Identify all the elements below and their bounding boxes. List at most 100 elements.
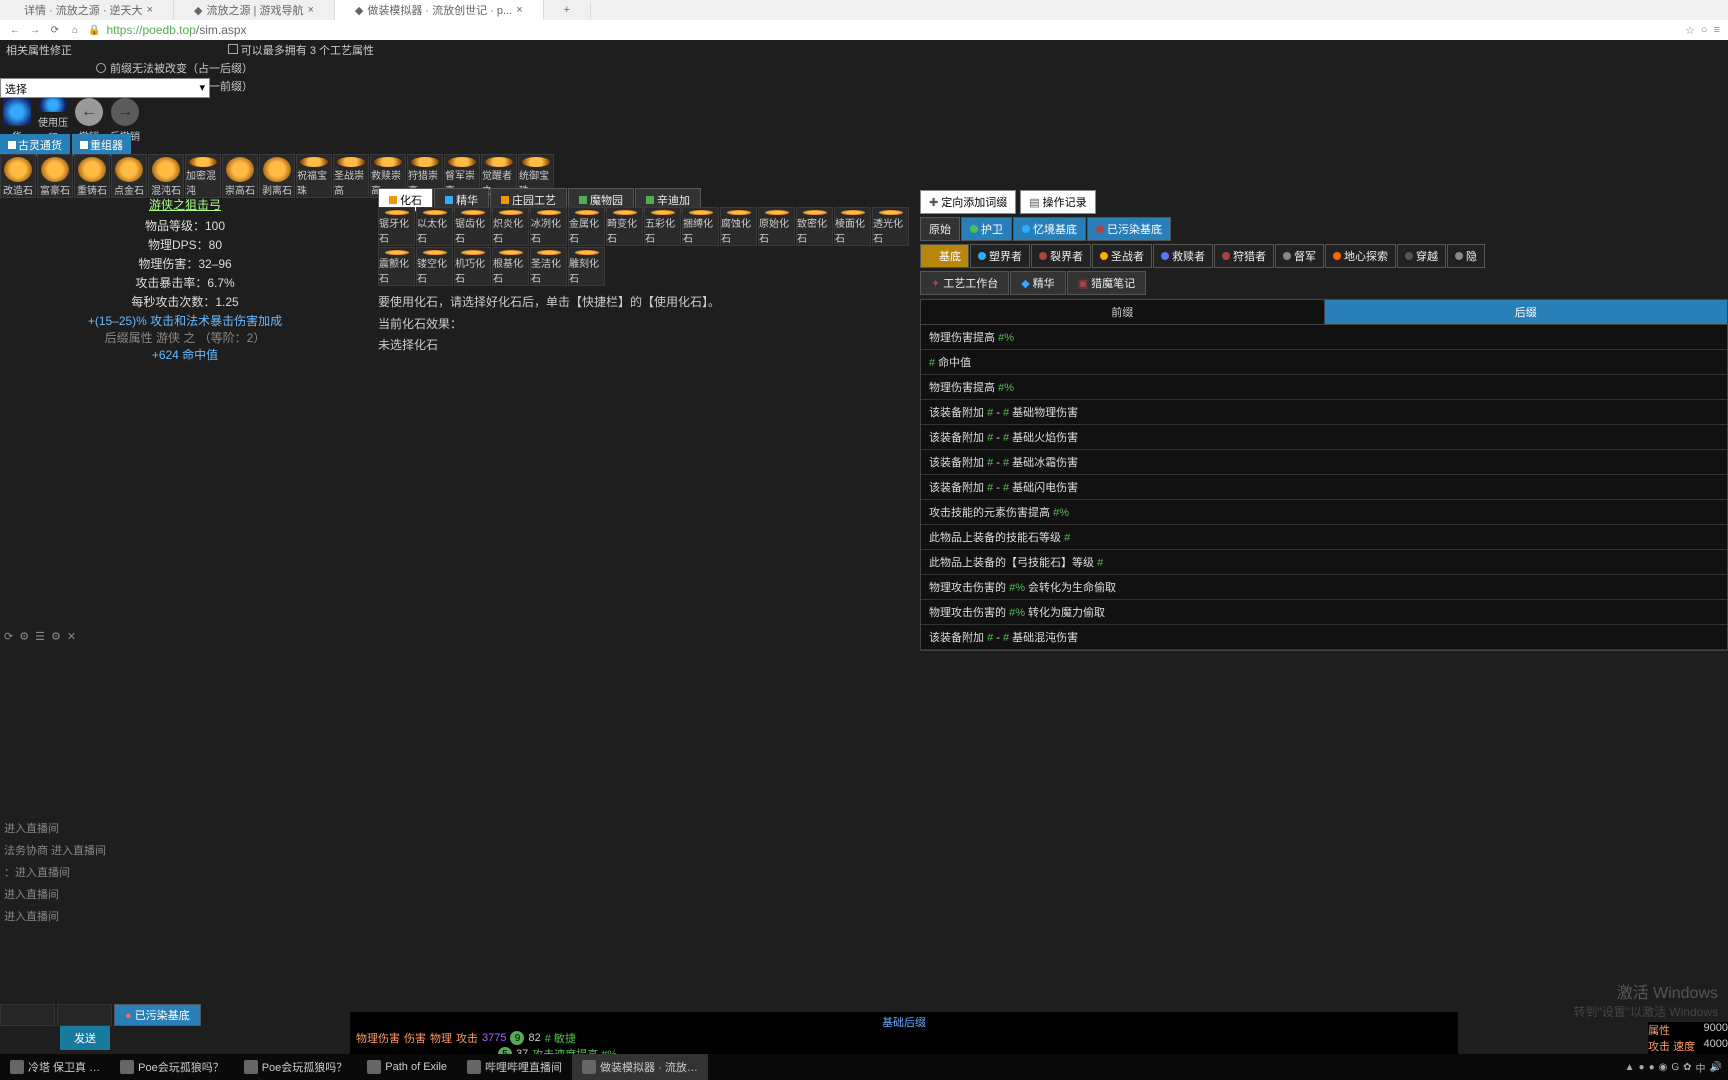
faction-tab[interactable]: 穿越 bbox=[1397, 244, 1446, 268]
close-icon[interactable]: × bbox=[147, 4, 153, 16]
fossil-slot[interactable]: 致密化石 bbox=[796, 207, 833, 246]
chat-icon[interactable]: ⚙ bbox=[51, 630, 61, 643]
fossil-slot[interactable]: 雕刻化石 bbox=[568, 247, 605, 286]
mod-row[interactable]: 物理伤害提高 #% bbox=[921, 325, 1727, 350]
fossil-slot[interactable]: 原始化石 bbox=[758, 207, 795, 246]
faction-tab[interactable]: 地心探索 bbox=[1325, 244, 1396, 268]
faction-tab[interactable]: 基底 bbox=[920, 244, 969, 268]
gem-icon bbox=[389, 196, 397, 204]
fossil-slot[interactable]: 冰冽化石 bbox=[530, 207, 567, 246]
mod-row[interactable]: 该装备附加 # - # 基础混沌伤害 bbox=[921, 625, 1727, 650]
taskbar-item[interactable]: 哔哩哔哩直播间 bbox=[457, 1054, 572, 1080]
url-bar[interactable]: https://poedb.top/sim.aspx bbox=[106, 23, 246, 37]
mod-row[interactable]: 攻击技能的元素伤害提高 #% bbox=[921, 500, 1727, 525]
chat-icon[interactable]: ⚙ bbox=[19, 630, 29, 643]
taskbar-item[interactable]: 做装模拟器 · 流放… bbox=[572, 1054, 708, 1080]
faction-tab[interactable]: 督军 bbox=[1275, 244, 1324, 268]
mod-row[interactable]: 该装备附加 # - # 基础物理伤害 bbox=[921, 400, 1727, 425]
send-button[interactable]: 发送 bbox=[60, 1026, 110, 1050]
close-icon[interactable]: ✕ bbox=[67, 630, 76, 643]
mod-row[interactable]: 该装备附加 # - # 基础闪电伤害 bbox=[921, 475, 1727, 500]
mod-row[interactable]: 该装备附加 # - # 基础冰霜伤害 bbox=[921, 450, 1727, 475]
fossil-slot[interactable]: 震颤化石 bbox=[378, 247, 415, 286]
faction-tab[interactable]: 救赎者 bbox=[1153, 244, 1213, 268]
sub-bench[interactable]: ✦工艺工作台 bbox=[920, 271, 1009, 295]
fossil-slot[interactable]: 腐蚀化石 bbox=[720, 207, 757, 246]
fossil-slot[interactable]: 炽炎化石 bbox=[492, 207, 529, 246]
fossil-slot[interactable]: 五彩化石 bbox=[644, 207, 681, 246]
fossil-slot[interactable]: 锯齿化石 bbox=[454, 207, 491, 246]
mod-row[interactable]: 物理攻击伤害的 #% 会转化为生命偷取 bbox=[921, 575, 1727, 600]
sub-essence[interactable]: ◆精华 bbox=[1010, 271, 1065, 295]
add-mod-button[interactable]: ✚定向添加词缀 bbox=[920, 190, 1016, 214]
fossil-slot[interactable]: 圣洁化石 bbox=[530, 247, 567, 286]
mod-row[interactable]: 此物品上装备的技能石等级 # bbox=[921, 525, 1727, 550]
close-icon[interactable]: × bbox=[307, 4, 313, 16]
fossil-slot[interactable]: 畸变化石 bbox=[606, 207, 643, 246]
taskbar-item[interactable]: Poe会玩孤狼吗？ bbox=[110, 1054, 234, 1080]
menu-icon[interactable]: ≡ bbox=[1714, 24, 1720, 37]
square-icon bbox=[80, 141, 88, 149]
faction-tab[interactable]: 圣战者 bbox=[1092, 244, 1152, 268]
tab-original[interactable]: 原始 bbox=[920, 217, 960, 241]
header-suffix[interactable]: 后缀 bbox=[1325, 300, 1728, 324]
tab-currency[interactable]: 古灵通货 bbox=[0, 134, 70, 156]
faction-tab[interactable]: 隐 bbox=[1447, 244, 1485, 268]
browser-tab[interactable]: 详情 · 流放之源 · 逆天大× bbox=[4, 0, 174, 20]
chevron-down-icon: ▾ bbox=[199, 81, 205, 95]
taskbar-item[interactable]: Poe会玩孤狼吗？ bbox=[234, 1054, 358, 1080]
reload-button[interactable]: ⟳ bbox=[48, 23, 62, 37]
star-icon[interactable]: ☆ bbox=[1685, 24, 1695, 37]
mod-row[interactable]: 物理伤害提高 #% bbox=[921, 375, 1727, 400]
taskbar-item[interactable]: Path of Exile bbox=[357, 1054, 457, 1080]
fossil-slot[interactable]: 根基化石 bbox=[492, 247, 529, 286]
close-icon[interactable]: × bbox=[516, 4, 522, 16]
taskbar-item[interactable]: 冷塔 保卫真 … bbox=[0, 1054, 110, 1080]
tab-warden[interactable]: 护卫 bbox=[961, 217, 1012, 241]
browser-tab[interactable]: ◆做装模拟器 · 流放创世记 · p...× bbox=[335, 0, 544, 20]
forward-button[interactable]: → bbox=[28, 23, 42, 37]
chat-icon[interactable]: ☰ bbox=[35, 630, 45, 643]
log-button[interactable]: ▤操作记录 bbox=[1020, 190, 1095, 214]
chat-icon[interactable]: ⟳ bbox=[4, 630, 13, 643]
fossil-slot[interactable]: 捆缚化石 bbox=[682, 207, 719, 246]
chat-tab[interactable] bbox=[0, 1004, 55, 1026]
browser-tabs: 详情 · 流放之源 · 逆天大× ◆流放之源 | 游戏导航× ◆做装模拟器 · … bbox=[0, 0, 1728, 20]
fossil-slot[interactable]: 镂空化石 bbox=[416, 247, 453, 286]
checkbox[interactable] bbox=[228, 44, 238, 54]
faction-tab[interactable]: 狩猎者 bbox=[1214, 244, 1274, 268]
mod-row[interactable]: # 命中值 bbox=[921, 350, 1727, 375]
home-button[interactable]: ⌂ bbox=[68, 23, 82, 37]
faction-tab[interactable]: 塑界者 bbox=[970, 244, 1030, 268]
mod-list: 物理伤害提高 #%# 命中值物理伤害提高 #%该装备附加 # - # 基础物理伤… bbox=[920, 325, 1728, 651]
browser-tab[interactable]: ◆流放之源 | 游戏导航× bbox=[174, 0, 335, 20]
chat-tab[interactable] bbox=[57, 1004, 112, 1026]
chat-tab-corrupt[interactable]: ● 已污染基底 bbox=[114, 1004, 201, 1026]
radio[interactable] bbox=[96, 63, 106, 73]
lock-icon: 🔒 bbox=[88, 25, 100, 36]
header-prefix[interactable]: 前缀 bbox=[921, 300, 1325, 324]
windows-watermark: 激活 Windows 转到"设置"以激活 Windows bbox=[1573, 979, 1718, 1020]
mod-row[interactable]: 该装备附加 # - # 基础火焰伤害 bbox=[921, 425, 1727, 450]
gem-icon bbox=[646, 196, 654, 204]
tab-recombinator[interactable]: 重组器 bbox=[72, 134, 131, 156]
tab-corrupt[interactable]: 已污染基底 bbox=[1087, 217, 1171, 241]
mod-row[interactable]: 此物品上装备的【弓技能石】等级 # bbox=[921, 550, 1727, 575]
back-button[interactable]: ← bbox=[8, 23, 22, 37]
mod-row[interactable]: 物理攻击伤害的 #% 转化为魔力偷取 bbox=[921, 600, 1727, 625]
help-text: 未选择化石 bbox=[378, 335, 720, 357]
fossil-slot[interactable]: 机巧化石 bbox=[454, 247, 491, 286]
fossil-slot[interactable]: 以太化石 bbox=[416, 207, 453, 246]
fossil-slot[interactable]: 金属化石 bbox=[568, 207, 605, 246]
system-tray[interactable]: ▲●●◉G✿中🔊 bbox=[1625, 1060, 1728, 1075]
dot-icon bbox=[1022, 225, 1030, 233]
sub-beast[interactable]: ▣猎魔笔记 bbox=[1067, 271, 1146, 295]
faction-tab[interactable]: 裂界者 bbox=[1031, 244, 1091, 268]
fossil-slot[interactable]: 锯牙化石 bbox=[378, 207, 415, 246]
circle-icon[interactable]: ○ bbox=[1701, 24, 1708, 37]
base-select[interactable]: 选择▾ bbox=[0, 78, 210, 98]
new-tab-button[interactable]: + bbox=[544, 2, 591, 18]
tab-synth[interactable]: 忆境基底 bbox=[1013, 217, 1086, 241]
fossil-slot[interactable]: 棱面化石 bbox=[834, 207, 871, 246]
fossil-slot[interactable]: 透光化石 bbox=[872, 207, 909, 246]
